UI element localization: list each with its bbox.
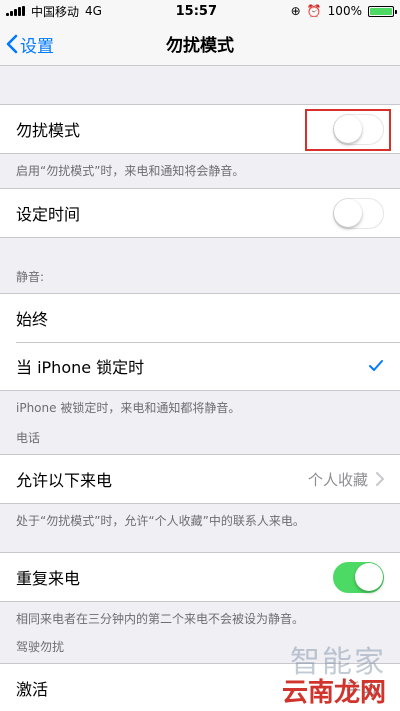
phone-group: 允许以下来电 个人收藏 xyxy=(0,454,400,504)
navigation-bar: 设置 勿扰模式 xyxy=(0,22,400,66)
allow-calls-row[interactable]: 允许以下来电 个人收藏 xyxy=(0,455,400,503)
repeated-toggle[interactable] xyxy=(333,561,384,593)
battery-icon xyxy=(367,5,397,17)
status-bar: 中国移动 4G 15:57 ⊕ ⏰ 100% xyxy=(0,0,400,22)
dnd-label: 勿扰模式 xyxy=(16,121,81,140)
dnd-footer: 启用“勿扰模式”时，来电和通知将会静音。 xyxy=(16,164,245,178)
highlight-annotation xyxy=(305,109,391,151)
carrier-label: 中国移动 xyxy=(31,4,80,19)
scheduled-toggle[interactable] xyxy=(333,197,384,229)
driving-header: 驾驶勿扰 xyxy=(16,640,65,654)
activate-value: 手动 xyxy=(345,679,376,698)
silence-option-locked[interactable]: 当 iPhone 锁定时 xyxy=(0,342,400,390)
phone-header: 电话 xyxy=(16,431,41,445)
repeated-group: 重复来电 xyxy=(0,552,400,602)
allow-calls-label: 允许以下来电 xyxy=(16,471,113,490)
phone-footer: 处于“勿扰模式”时，允许“个人收藏”中的联系人来电。 xyxy=(16,514,305,528)
orientation-lock-icon: ⊕ xyxy=(290,4,301,18)
silence-option-always[interactable]: 始终 xyxy=(0,294,400,342)
network-label: 4G xyxy=(85,4,102,18)
battery-percent: 100% xyxy=(327,4,362,18)
silence-group: 始终 当 iPhone 锁定时 xyxy=(0,293,400,391)
alarm-icon: ⏰ xyxy=(306,4,322,18)
status-time: 15:57 xyxy=(175,3,217,19)
scheduled-group: 设定时间 xyxy=(0,188,400,238)
signal-icon xyxy=(6,6,25,16)
chevron-left-icon xyxy=(6,34,18,54)
silence-option-label: 当 iPhone 锁定时 xyxy=(16,358,145,377)
back-label: 设置 xyxy=(20,36,54,57)
driving-group: 激活 手动 xyxy=(0,663,400,711)
scheduled-row: 设定时间 xyxy=(0,189,400,237)
back-button[interactable]: 设置 xyxy=(6,22,54,66)
page-title: 勿扰模式 xyxy=(166,36,234,56)
repeated-row: 重复来电 xyxy=(0,553,400,601)
activate-row[interactable]: 激活 手动 xyxy=(0,664,400,711)
dnd-group: 勿扰模式 xyxy=(0,104,400,154)
repeated-label: 重复来电 xyxy=(16,569,81,588)
silence-header: 静音: xyxy=(16,270,45,284)
dnd-row: 勿扰模式 xyxy=(0,105,400,153)
silence-footer: iPhone 被锁定时，来电和通知都将静音。 xyxy=(16,401,241,415)
silence-option-label: 始终 xyxy=(16,310,49,329)
chevron-right-icon xyxy=(376,472,384,486)
allow-calls-value: 个人收藏 xyxy=(307,470,368,489)
checkmark-icon xyxy=(369,360,383,371)
activate-label: 激活 xyxy=(16,680,49,699)
repeated-footer: 相同来电者在三分钟内的第二个来电不会被设为静音。 xyxy=(16,612,305,626)
scheduled-label: 设定时间 xyxy=(16,205,81,224)
